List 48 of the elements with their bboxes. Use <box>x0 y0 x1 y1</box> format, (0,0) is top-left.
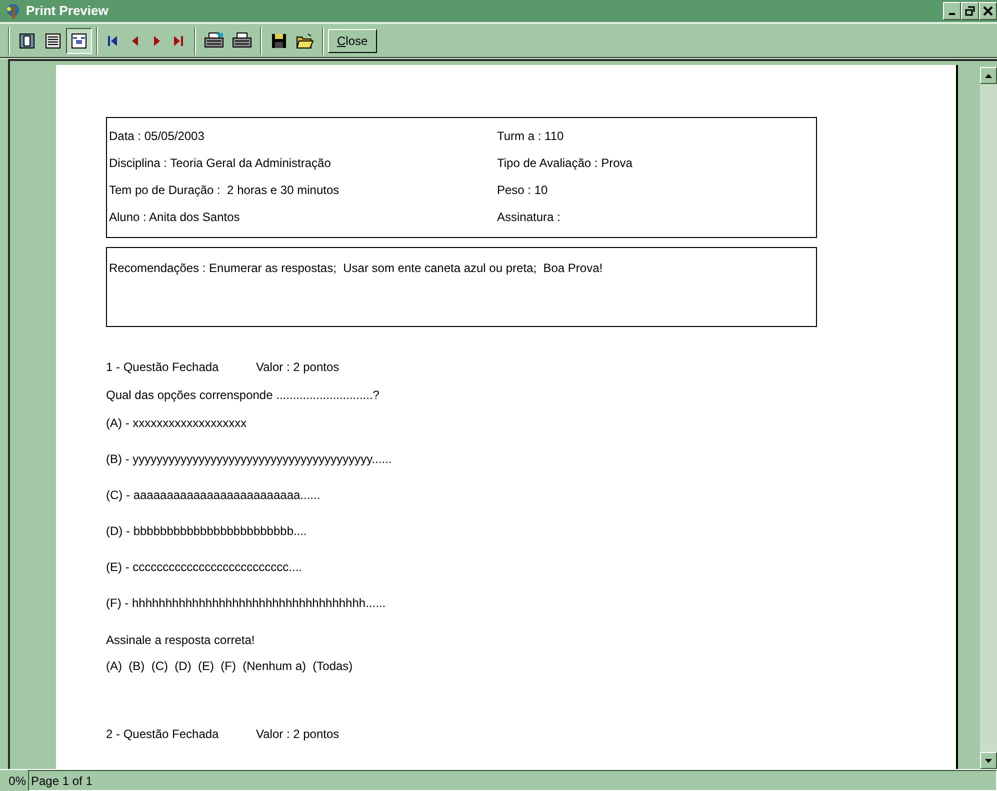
first-page-icon <box>108 34 118 46</box>
field-label: Aluno : Anita dos Santos <box>109 211 241 223</box>
question-prompt: Qual das opções corrensponde .............................? <box>106 389 380 401</box>
view-button[interactable] <box>66 28 92 54</box>
close-preview-button[interactable]: Close <box>328 28 377 52</box>
page-status: Page 1 of 1 <box>28 770 997 791</box>
minimize-button[interactable] <box>943 2 961 20</box>
field-label: Turm a : 110 <box>497 130 564 142</box>
instruction-text: Assinale a resposta correta! <box>106 634 256 646</box>
answer-option: (D) - bbbbbbbbbbbbbbbbbbbbbbbb.... <box>106 525 956 537</box>
close-icon <box>983 6 993 16</box>
previous-page-icon <box>132 34 138 46</box>
question-title: 2 - Questão Fechada <box>106 728 220 740</box>
field-label: Tem po de Duração : 2 horas e 30 minutos <box>109 184 340 196</box>
lines-icon <box>45 32 61 48</box>
question-value: Valor : 2 pontos <box>256 361 340 373</box>
app-icon <box>4 2 22 20</box>
close-button[interactable] <box>979 2 997 20</box>
printer-icon <box>232 32 252 50</box>
last-page-icon <box>174 34 184 46</box>
answer-option: (A) - xxxxxxxxxxxxxxxxxxx <box>106 417 956 429</box>
minimize-icon <box>949 13 955 15</box>
question-value: Valor : 2 pontos <box>256 728 340 740</box>
folder-icon <box>296 32 314 48</box>
field-label: Tipo de Avaliação : Prova <box>497 157 632 169</box>
question-title: 1 - Questão Fechada <box>106 361 220 373</box>
recommendations-text: Recomendações : Enumerar as respostas; Usar som ente caneta azul ou preta; Boa Prova! <box>109 261 603 275</box>
answer-option: (C) - aaaaaaaaaaaaaaaaaaaaaaaaa...... <box>106 489 956 501</box>
answer-choices: (A) (B) (C) (D) (E) (F) (Nenhum a) (Todas) <box>106 660 354 672</box>
up-arrow-icon <box>985 74 992 78</box>
field-label: Assinatura : <box>497 211 560 223</box>
field-label: Data : 05/05/2003 <box>109 130 206 142</box>
next-page-icon <box>154 34 160 46</box>
printer-setup-icon <box>204 32 224 50</box>
answer-option: (B) - yyyyyyyyyyyyyyyyyyyyyyyyyyyyyyyyyyyyyyyy...... <box>106 453 956 465</box>
answer-option: (F) - hhhhhhhhhhhhhhhhhhhhhhhhhhhhhhhhhhh...... <box>106 597 956 609</box>
down-arrow-icon <box>985 758 992 762</box>
window-title: Print Preview <box>26 2 108 20</box>
page-icon <box>19 32 35 48</box>
field-label: Peso : 10 <box>497 184 548 196</box>
field-label: Disciplina : Teoria Geral da Administração <box>109 157 332 169</box>
fit-width-icon <box>71 32 87 48</box>
scroll-down-button[interactable] <box>980 752 997 769</box>
restore-icon <box>965 6 975 16</box>
zoom-status: 0% <box>8 772 27 790</box>
answer-option: (E) - cccccccccccccccccccccccccc.... <box>106 561 956 573</box>
scroll-up-button[interactable] <box>980 67 997 84</box>
restore-button[interactable] <box>961 2 979 20</box>
